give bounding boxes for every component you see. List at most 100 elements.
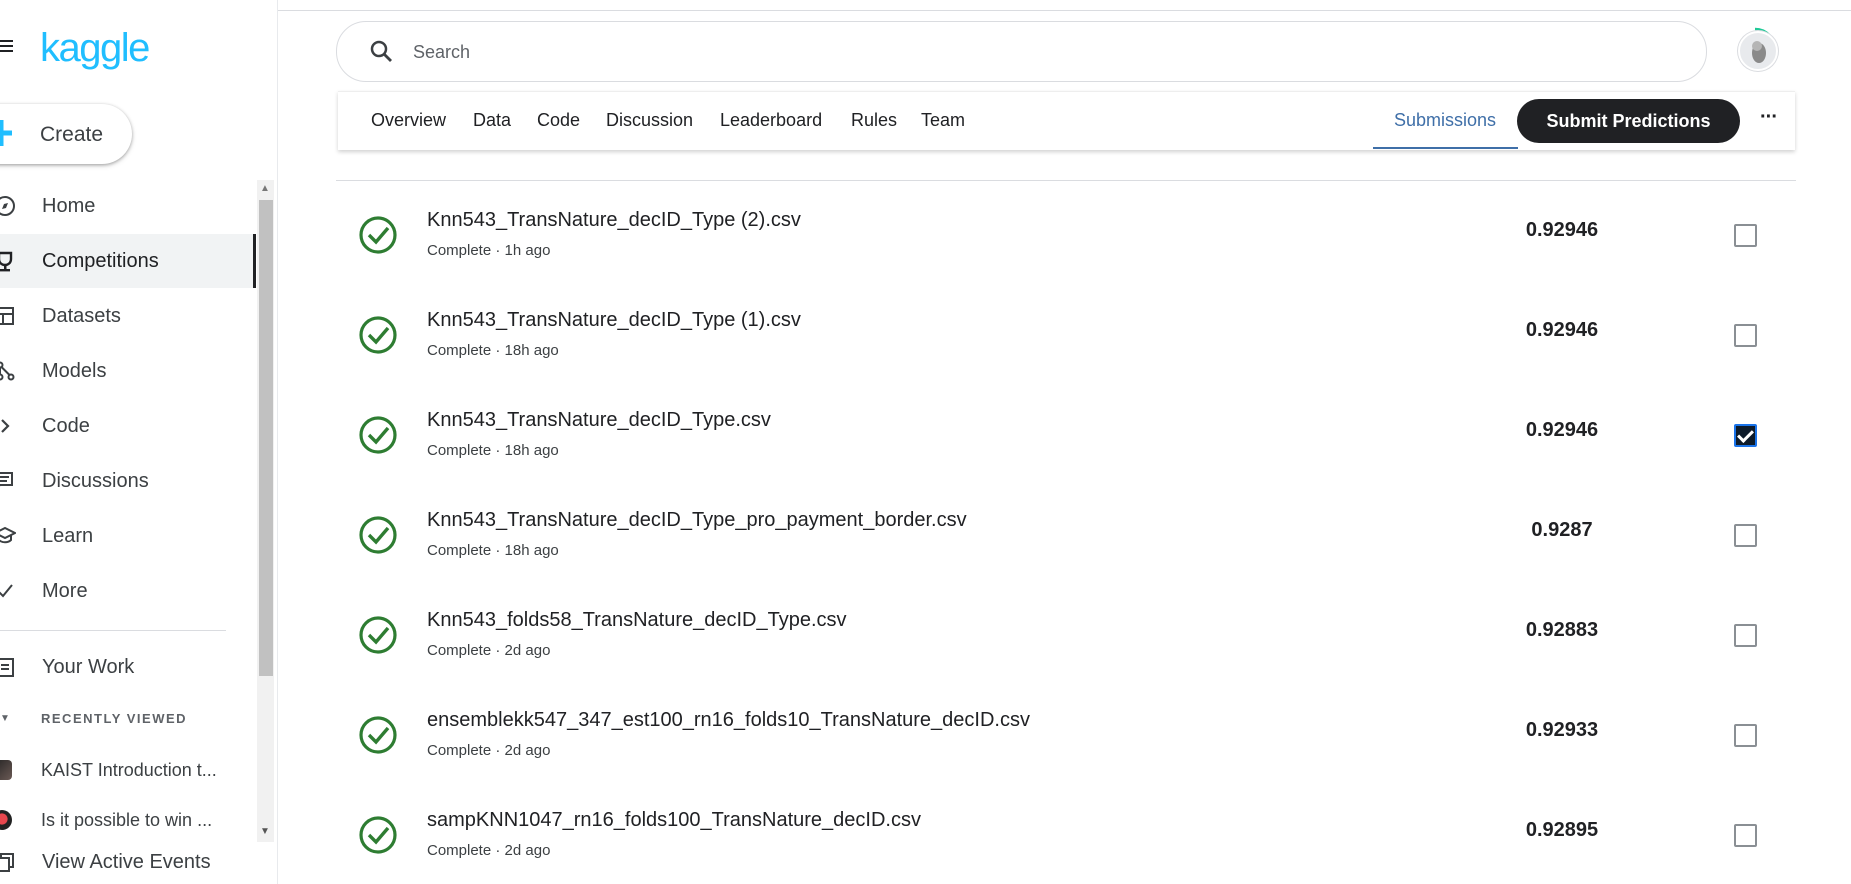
tab-data[interactable]: Data [473,110,511,131]
submission-status: Complete · 18h ago [427,342,559,359]
kaggle-logo[interactable]: kaggle [40,26,150,71]
check-circle-icon [359,616,397,654]
menu-icon[interactable] [0,40,14,54]
public-score: 0.92883 [1525,619,1599,641]
plus-icon [0,120,12,146]
submission-file-name[interactable]: Knn543_folds58_TransNature_decID_Type.cs… [427,609,847,632]
compass-icon [0,196,15,216]
submission-status: Complete · 18h ago [427,542,559,559]
sidebar-scrollbar-thumb[interactable] [259,200,273,676]
check-circle-icon [359,316,397,354]
select-checkbox[interactable] [1734,624,1757,647]
select-checkbox[interactable] [1734,824,1757,847]
user-avatar-icon [1752,41,1766,63]
tab-code[interactable]: Code [537,110,580,131]
submission-file-name[interactable]: sampKNN1047_rn16_folds100_TransNature_de… [427,809,921,832]
recent-item-label: KAIST Introduction t... [41,759,217,780]
submission-status: Complete · 2d ago [427,742,551,759]
submission-status: Complete · 18h ago [427,442,559,459]
submission-status: Complete · 1h ago [427,242,551,259]
recent-item[interactable]: KAIST Introduction t... [0,750,230,790]
sidebar-item-label: View Active Events [42,850,211,873]
sidebar-item-label: Discussions [42,469,149,492]
public-score: 0.92895 [1525,819,1599,841]
select-checkbox[interactable] [1734,324,1757,347]
sidebar-item-discussions[interactable]: Discussions [0,454,256,508]
submission-file-name[interactable]: Knn543_TransNature_decID_Type_pro_paymen… [427,509,967,532]
recently-viewed-header: RECENTLY VIEWED [41,711,188,726]
trophy-icon [0,251,13,272]
search-input[interactable] [411,36,1615,68]
models-icon [0,361,15,381]
competition-tab-bar: Overview Data Code Discussion Leaderboar… [338,91,1795,150]
code-icon [1,419,10,433]
sidebar-item-models[interactable]: Models [0,344,256,398]
collapse-caret-icon[interactable]: ▼ [0,713,10,724]
sidebar-item-label: Competitions [42,249,159,272]
select-checkbox[interactable] [1734,424,1757,447]
sidebar-item-home[interactable]: Home [0,179,256,233]
create-label: Create [40,123,104,146]
avatar[interactable] [1738,31,1778,71]
check-circle-icon [359,816,397,854]
scroll-down-arrow-icon[interactable]: ▼ [260,826,270,837]
avatar-thumbnail [0,810,12,830]
view-active-events[interactable]: View Active Events [0,841,256,883]
tab-team[interactable]: Team [921,110,965,131]
select-checkbox[interactable] [1734,524,1757,547]
tab-rules[interactable]: Rules [851,110,897,131]
table-row[interactable]: sampKNN1047_rn16_folds100_TransNature_de… [336,781,1796,881]
school-icon [0,526,16,544]
public-score: 0.92946 [1525,419,1599,441]
sidebar-item-label: Models [42,359,107,382]
public-score: 0.9287 [1531,519,1593,541]
sidebar-item-label: Your Work [42,655,135,678]
sidebar-item-learn[interactable]: Learn [0,509,256,563]
more-options-icon[interactable]: ··· [1760,106,1778,129]
table-row[interactable]: Knn543_TransNature_decID_Type (1).csv Com… [336,281,1796,381]
public-score: 0.92946 [1525,319,1599,341]
check-circle-icon [359,716,397,754]
recent-item[interactable]: Is it possible to win ... [0,800,230,840]
submission-status: Complete · 2d ago [427,642,551,659]
scroll-up-arrow-icon[interactable]: ▲ [260,183,270,194]
create-button[interactable]: Create [0,104,132,164]
table-row[interactable]: ensemblekk547_347_est100_rn16_folds10_Tr… [336,681,1796,781]
sidebar-item-label: Code [42,414,90,437]
sidebar-divider [0,630,226,631]
submission-file-name[interactable]: Knn543_TransNature_decID_Type (2).csv [427,209,801,232]
select-checkbox[interactable] [1734,724,1757,747]
select-checkbox[interactable] [1734,224,1757,247]
sidebar-item-more[interactable]: More [0,564,256,618]
recent-item-label: Is it possible to win ... [41,809,213,830]
active-tab-indicator [1373,147,1518,149]
table-row[interactable]: Knn543_TransNature_decID_Type.csv Complet… [336,381,1796,481]
tab-leaderboard[interactable]: Leaderboard [720,110,822,131]
events-icon [0,853,14,872]
submit-predictions-button[interactable]: Submit Predictions [1517,99,1740,143]
sidebar-item-competitions[interactable]: Competitions [0,234,256,288]
tab-overview[interactable]: Overview [371,110,446,131]
search-icon [370,40,392,62]
tab-discussion[interactable]: Discussion [606,110,693,131]
clipboard-icon [0,658,14,677]
table-row[interactable]: Knn543_TransNature_decID_Type (2).csv Com… [336,181,1796,281]
check-circle-icon [359,516,397,554]
submission-file-name[interactable]: Knn543_TransNature_decID_Type (1).csv [427,309,801,332]
table-row[interactable]: Knn543_folds58_TransNature_decID_Type.cs… [336,581,1796,681]
discussion-icon [0,472,13,487]
check-circle-icon [359,216,397,254]
tab-submissions[interactable]: Submissions [1394,110,1496,131]
sidebar-item-label: More [42,579,88,602]
submission-file-name[interactable]: Knn543_TransNature_decID_Type.csv [427,409,771,432]
search-bar[interactable] [336,21,1707,82]
sidebar-item-datasets[interactable]: Datasets [0,289,256,343]
check-circle-icon [359,416,397,454]
submission-status: Complete · 2d ago [427,842,551,859]
competition-thumbnail [0,760,12,780]
sidebar-item-your-work[interactable]: Your Work [0,640,256,694]
table-row[interactable]: Knn543_TransNature_decID_Type_pro_paymen… [336,481,1796,581]
sidebar-item-code[interactable]: Code [0,399,256,453]
table-icon [0,307,14,325]
submission-file-name[interactable]: ensemblekk547_347_est100_rn16_folds10_Tr… [427,709,1030,732]
